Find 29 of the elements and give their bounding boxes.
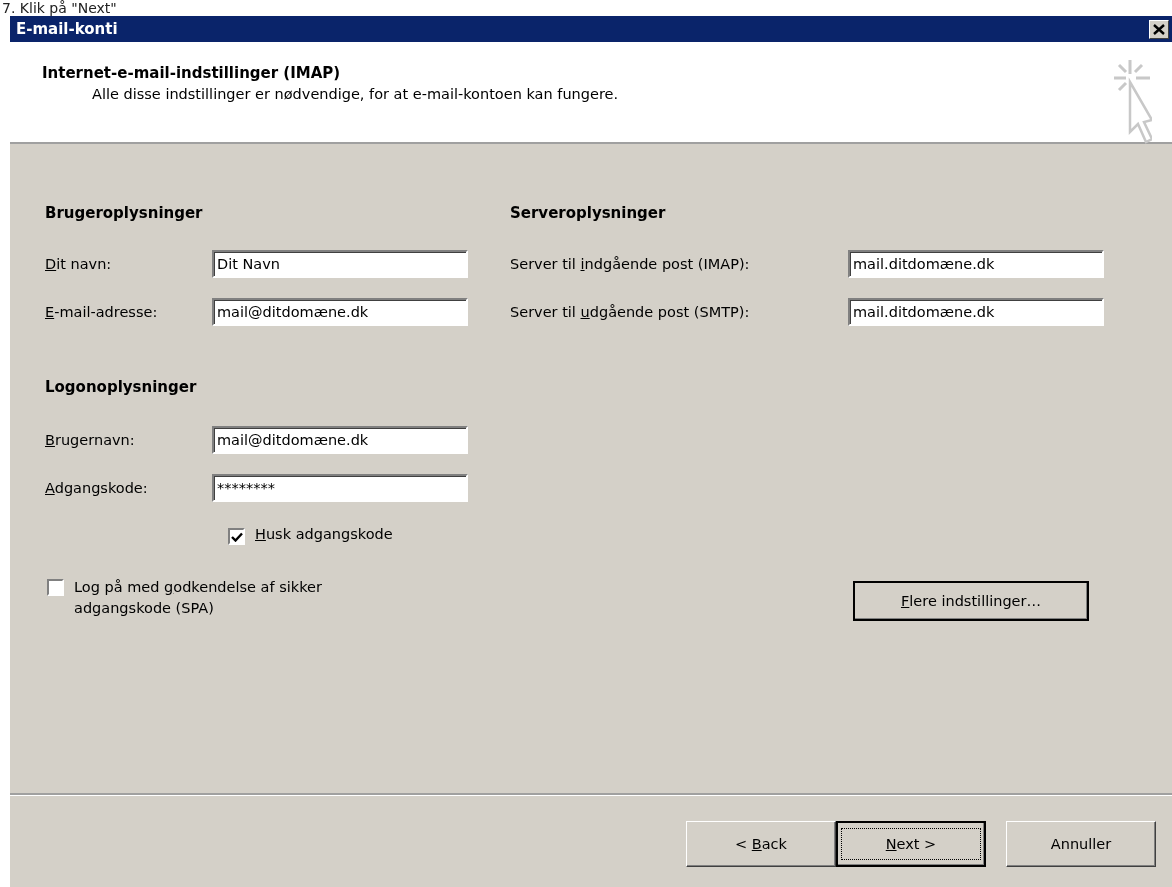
checkbox-label: Husk adgangskode [255,526,393,542]
field-label: Server til udgående post (SMTP): [510,304,751,320]
header-title: Internet-e-mail-indstillinger (IMAP) [42,64,342,82]
field-label: Dit navn: [45,256,113,272]
section-title: Serveroplysninger [510,204,667,224]
section-title: Logonoplysninger [45,378,198,398]
dialog-button[interactable]: Next > [836,821,986,867]
header-subtitle: Alle disse indstillinger er nødvendige, for at e-mail-kontoen kan fungere. [91,86,619,102]
caption-text: 7. Klik på "Next" [1,0,118,16]
close-icon [1153,23,1165,35]
text-field[interactable]: Dit Navn [212,250,468,278]
field-label: Adgangskode: [45,480,149,496]
field-label: Brugernavn: [45,432,136,448]
dialog-button[interactable]: Annuller [1006,821,1156,867]
text-field[interactable]: mail.ditdomæne.dk [848,250,1104,278]
text-field[interactable]: mail@ditdomæne.dk [212,298,468,326]
checkbox-label: Log på med godkendelse af sikker adgangskode (SPA) [74,578,323,618]
checkbox[interactable] [228,528,245,545]
field-label: E-mail-adresse: [45,304,159,320]
checkbox[interactable] [47,579,64,596]
close-button[interactable] [1149,19,1169,39]
more-settings-button[interactable]: Flere indstillinger… [853,581,1089,621]
text-field[interactable]: mail.ditdomæne.dk [848,298,1104,326]
section-title: Brugeroplysninger [45,204,204,224]
dialog-button[interactable]: < Back [686,821,836,867]
field-label: Server til indgående post (IMAP): [510,256,751,272]
text-field[interactable]: ******** [212,474,468,502]
text-field[interactable]: mail@ditdomæne.dk [212,426,468,454]
window-title: E-mail-konti [16,20,118,38]
